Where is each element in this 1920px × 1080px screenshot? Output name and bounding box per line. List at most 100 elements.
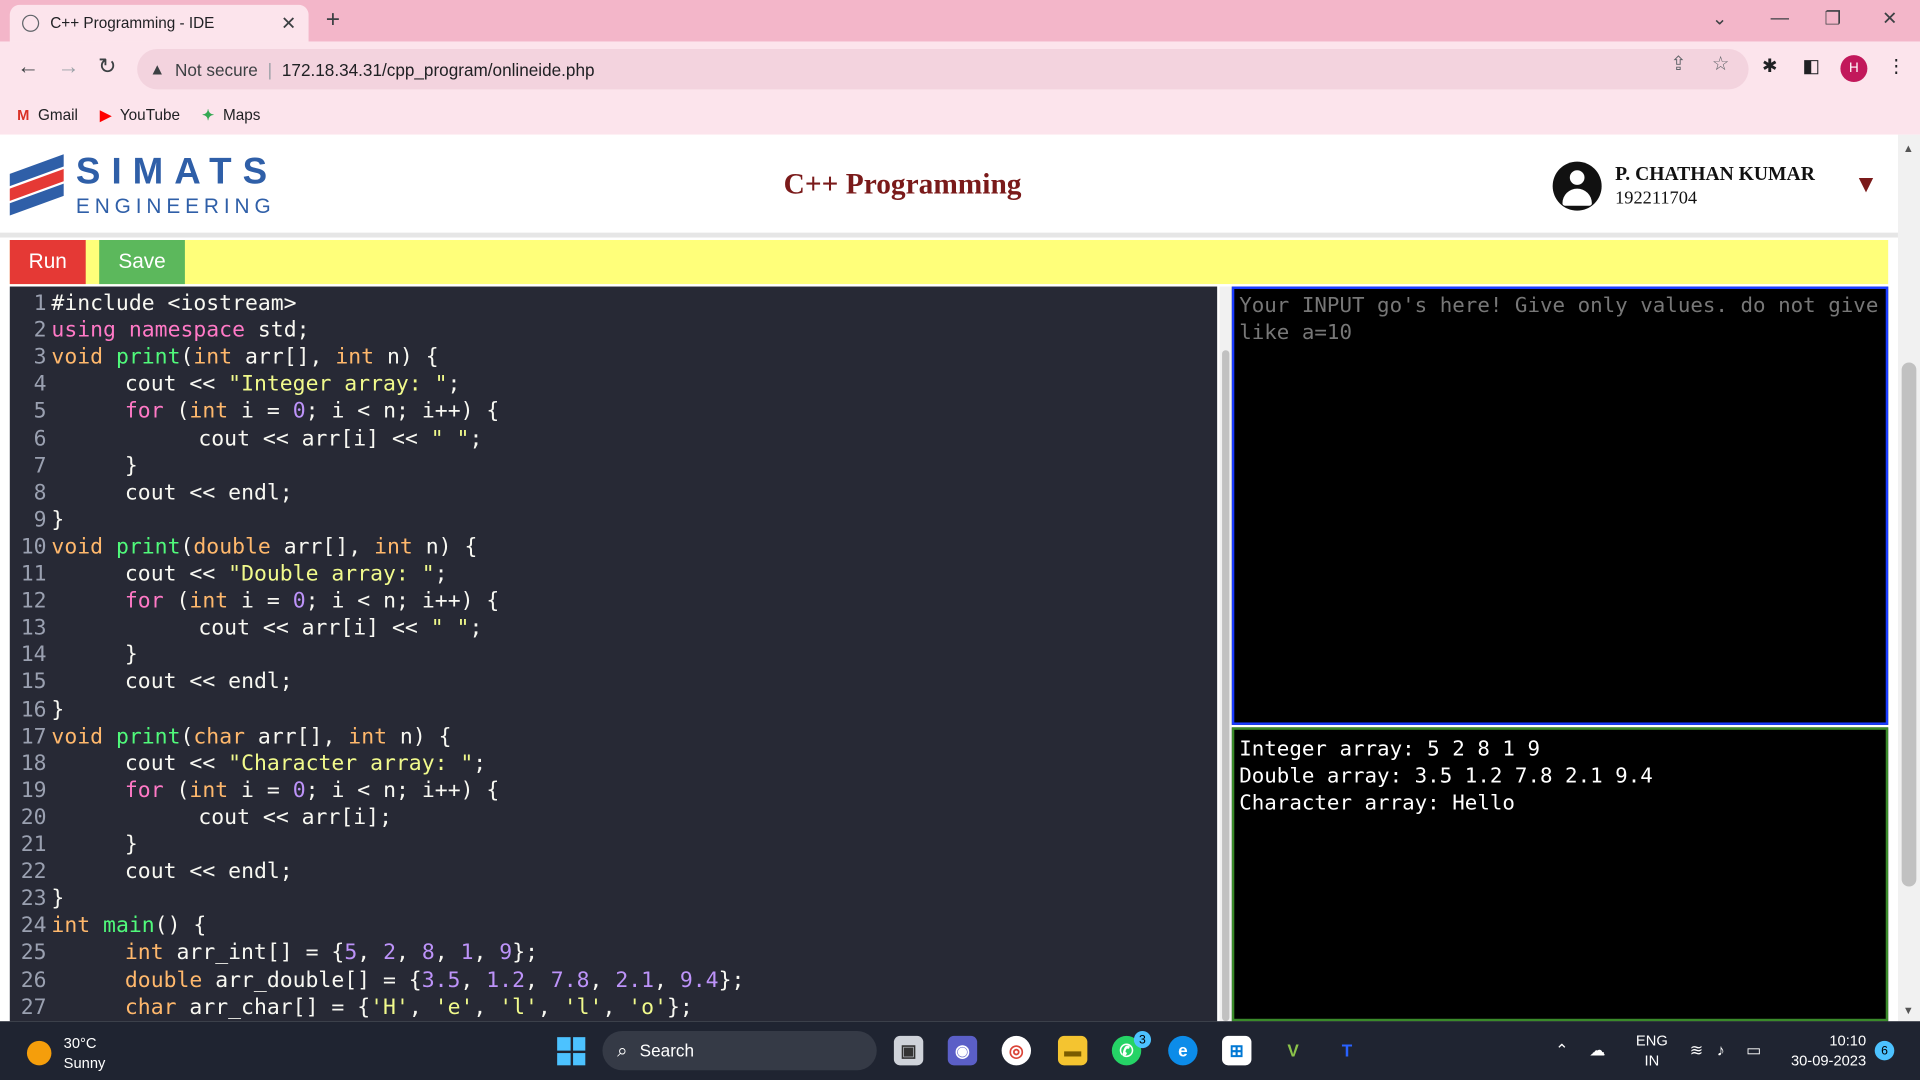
run-button[interactable]: Run (9, 240, 86, 285)
battery-icon[interactable]: ▭ (1746, 1041, 1761, 1061)
code-line[interactable]: 8 cout << endl; (10, 480, 293, 507)
code-line[interactable]: 25 int arr_int[] = {5, 2, 8, 1, 9}; (10, 940, 538, 967)
simats-logo: SIMATS ENGINEERING (9, 153, 278, 217)
code-line[interactable]: 15 cout << endl; (10, 669, 293, 696)
line-number: 1 (33, 291, 47, 316)
code-line[interactable]: 18 cout << "Character array: "; (10, 750, 487, 777)
scroll-up-icon[interactable]: ▲ (1903, 142, 1914, 154)
task-view-icon[interactable]: ▣ (893, 1035, 924, 1066)
line-number: 27 (20, 995, 47, 1020)
tray-chevron-icon[interactable]: ⌃ (1555, 1041, 1568, 1061)
code-line[interactable]: 11 cout << "Double array: "; (10, 561, 448, 588)
save-button[interactable]: Save (99, 240, 185, 285)
code-line[interactable]: 5 for (int i = 0; i < n; i++) { (10, 398, 500, 425)
browser-tab[interactable]: C++ Programming - IDE ✕ (9, 4, 309, 42)
code-line[interactable]: 6 cout << arr[i] << " "; (10, 426, 483, 453)
code-line[interactable]: 21} (10, 831, 138, 858)
line-number: 12 (20, 589, 47, 614)
new-tab-button[interactable]: + (326, 6, 340, 34)
page-scrollbar[interactable]: ▲ ▼ (1897, 134, 1920, 1022)
restore-icon[interactable]: ❐ (1825, 7, 1841, 30)
bookmark-gmail[interactable]: M Gmail (17, 107, 78, 124)
temperature: 30°C (63, 1034, 97, 1052)
notification-badge[interactable]: 6 (1874, 1040, 1895, 1061)
code-line[interactable]: 3 void print(int arr[], int n) { (10, 344, 439, 371)
code-line[interactable]: 10 void print(double arr[], int n) { (10, 534, 478, 561)
code-text: void print(char arr[], int n) { (51, 724, 452, 749)
text-app-icon[interactable]: T (1332, 1036, 1361, 1065)
taskbar-search[interactable]: ⌕ Search (602, 1031, 877, 1071)
line-number: 20 (20, 805, 47, 831)
code-line[interactable]: 14} (10, 642, 138, 669)
separator: | (267, 59, 273, 79)
menu-icon[interactable]: ⋮ (1887, 55, 1905, 77)
code-line[interactable]: 19 for (int i = 0; i < n; i++) { (10, 777, 500, 804)
code-text: cout << "Double array: "; (124, 562, 448, 587)
code-line[interactable]: 16} (10, 696, 65, 723)
user-name: P. CHATHAN KUMAR (1615, 164, 1815, 185)
side-panel-icon[interactable]: ◧ (1802, 55, 1819, 77)
editor-scrollbar[interactable] (1219, 286, 1232, 1022)
extensions-icon[interactable]: ✱ (1762, 55, 1777, 77)
close-tab-icon[interactable]: ✕ (281, 12, 296, 34)
minimize-icon[interactable]: — (1771, 7, 1789, 28)
file-explorer-icon[interactable]: ▬ (1057, 1035, 1088, 1066)
address-bar[interactable]: ▲ Not secure | 172.18.34.31/cpp_program/… (137, 48, 1749, 90)
reload-icon[interactable]: ↻ (98, 54, 116, 80)
line-number: 16 (20, 697, 47, 722)
language-indicator[interactable]: ENG IN (1636, 1031, 1668, 1070)
wifi-icon[interactable]: ≋ (1690, 1041, 1703, 1061)
code-line[interactable]: 4 cout << "Integer array: "; (10, 371, 461, 398)
tab-search-icon[interactable]: ⌄ (1712, 7, 1727, 30)
bookmark-youtube[interactable]: ▶ YouTube (100, 107, 180, 124)
lang-code: ENG (1635, 1032, 1668, 1050)
chrome-icon[interactable]: ◎ (1001, 1035, 1032, 1066)
windows-start-icon[interactable] (557, 1037, 586, 1066)
code-text: cout << arr[i] << " "; (198, 426, 483, 452)
code-editor[interactable]: 1 #include <iostream> 2 using namespace std… (9, 286, 1218, 1022)
profile-avatar[interactable]: H (1840, 55, 1868, 83)
share-icon[interactable]: ⇪ (1670, 51, 1686, 75)
time: 10:10 (1829, 1032, 1867, 1050)
code-line[interactable]: 12 for (int i = 0; i < n; i++) { (10, 588, 500, 615)
scrollbar-thumb[interactable] (1901, 362, 1917, 887)
volume-icon[interactable]: ♪ (1717, 1041, 1725, 1059)
code-line[interactable]: 17 void print(char arr[], int n) { (10, 723, 452, 750)
vim-icon[interactable]: V (1278, 1036, 1307, 1065)
back-icon[interactable]: ← (17, 54, 39, 80)
code-line[interactable]: 26 double arr_double[] = {3.5, 1.2, 7.8, … (10, 967, 745, 994)
line-number: 26 (20, 967, 47, 993)
weather-widget[interactable]: 30°C Sunny (26, 1033, 105, 1072)
code-line[interactable]: 1 #include <iostream> (10, 290, 297, 317)
code-line[interactable]: 2 using namespace std; (10, 317, 310, 344)
code-line[interactable]: 13 cout << arr[i] << " "; (10, 615, 483, 642)
code-line[interactable]: 7} (10, 453, 138, 480)
line-number: 7 (33, 453, 47, 479)
teams-chat-icon[interactable]: ◉ (947, 1035, 978, 1066)
code-line[interactable]: 23} (10, 886, 65, 913)
code-line[interactable]: 22 cout << endl; (10, 858, 293, 885)
line-number: 15 (20, 670, 47, 695)
code-line[interactable]: 20 cout << arr[i]; (10, 804, 392, 831)
forward-icon[interactable]: → (58, 54, 80, 80)
globe-icon (22, 14, 40, 32)
bookmark-star-icon[interactable]: ☆ (1712, 51, 1730, 75)
scroll-down-icon[interactable]: ▼ (1903, 1004, 1914, 1016)
code-line[interactable]: 9} (10, 507, 65, 534)
line-number: 13 (20, 616, 47, 641)
code-line[interactable]: 24 int main() { (10, 913, 207, 940)
bookmark-label: YouTube (119, 106, 181, 124)
program-input-area[interactable]: Your INPUT go's here! Give only values. … (1231, 286, 1889, 725)
user-dropdown-caret-icon[interactable]: ▼ (1854, 171, 1878, 199)
page-title: C++ Programming (783, 168, 1022, 201)
onedrive-icon[interactable]: ☁ (1589, 1041, 1605, 1061)
clock[interactable]: 10:10 30-09-2023 (1788, 1031, 1866, 1070)
store-icon[interactable]: ⊞ (1222, 1035, 1252, 1066)
edge-icon[interactable]: e (1168, 1035, 1198, 1066)
code-text: cout << arr[i] << " "; (198, 616, 483, 641)
window-close-icon[interactable]: ✕ (1882, 7, 1897, 30)
bookmark-label: Gmail (37, 106, 78, 124)
code-line[interactable]: 27 char arr_char[] = {'H', 'e', 'l', 'l',… (10, 994, 693, 1021)
user-avatar-icon[interactable] (1552, 161, 1602, 211)
bookmark-maps[interactable]: ✦ Maps (202, 107, 260, 124)
